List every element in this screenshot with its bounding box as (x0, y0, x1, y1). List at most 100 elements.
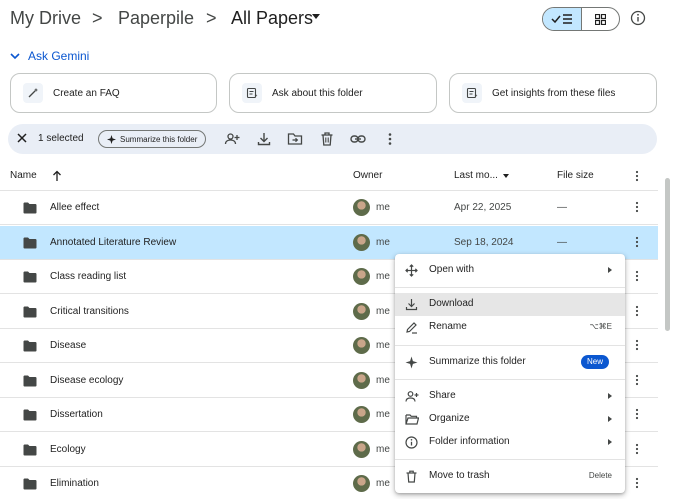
avatar (353, 475, 370, 492)
file-size: — (557, 236, 567, 248)
submenu-arrow-icon (608, 416, 612, 422)
document-sparkle-icon (462, 83, 482, 103)
menu-item-rename[interactable]: Rename ⌥⌘E (395, 316, 625, 339)
magic-wand-icon (23, 83, 43, 103)
table-row[interactable]: Allee effect me Apr 22, 2025 — (0, 191, 658, 225)
folder-icon (23, 375, 37, 387)
caret-down-icon[interactable] (312, 14, 320, 19)
breadcrumb-paperpile[interactable]: Paperpile (118, 8, 194, 29)
more-vert-icon[interactable] (631, 236, 643, 248)
file-name: Class reading list (50, 271, 127, 282)
ask-gemini-toggle[interactable]: Ask Gemini (10, 47, 89, 65)
more-vert-icon[interactable] (631, 201, 643, 213)
new-badge: New (581, 355, 610, 369)
owner: me (376, 478, 390, 489)
get-insights-chip[interactable]: Get insights from these files (449, 73, 657, 113)
last-modified-column-header[interactable]: Last mo... (454, 170, 498, 181)
menu-item-move-to-trash[interactable]: Move to trash Delete (395, 465, 625, 488)
chip-label: Create an FAQ (53, 87, 120, 99)
grid-view-button[interactable] (582, 8, 620, 30)
menu-item-folder-information[interactable]: Folder information (395, 431, 625, 454)
menu-item-label: Rename (429, 321, 467, 332)
avatar (353, 199, 370, 216)
submenu-arrow-icon (608, 439, 612, 445)
file-size-column-header[interactable]: File size (557, 170, 594, 181)
document-sparkle-icon (242, 83, 262, 103)
ask-gemini-label: Ask Gemini (28, 49, 90, 63)
file-name: Annotated Literature Review (50, 236, 177, 248)
create-faq-chip[interactable]: Create an FAQ (10, 73, 217, 113)
selected-count: 1 selected (38, 133, 84, 144)
info-icon[interactable] (630, 10, 646, 26)
chevron-down-icon (10, 53, 20, 60)
more-vert-icon[interactable] (382, 131, 398, 147)
name-column-header[interactable]: Name (10, 170, 37, 181)
list-view-button[interactable] (543, 8, 582, 30)
breadcrumb-separator: > (206, 8, 217, 28)
summarize-folder-button[interactable]: Summarize this folder (98, 130, 207, 148)
submenu-arrow-icon (608, 267, 612, 273)
menu-divider (395, 379, 625, 380)
last-modified: Sep 18, 2024 (454, 236, 514, 248)
trash-icon (405, 470, 418, 483)
move-folder-icon[interactable] (287, 131, 303, 147)
owner: me (376, 340, 390, 351)
menu-item-organize[interactable]: Organize (395, 408, 625, 431)
submenu-arrow-icon (608, 393, 612, 399)
ask-about-folder-chip[interactable]: Ask about this folder (229, 73, 437, 113)
owner: me (376, 409, 390, 420)
scrollbar[interactable] (665, 178, 670, 331)
more-vert-icon[interactable] (631, 170, 643, 182)
file-size: — (557, 202, 567, 213)
more-vert-icon[interactable] (631, 374, 643, 386)
menu-item-summarize[interactable]: Summarize this folder New (395, 351, 625, 374)
chip-label: Get insights from these files (492, 87, 616, 99)
more-vert-icon[interactable] (631, 270, 643, 282)
menu-item-download[interactable]: Download (395, 293, 625, 316)
move-arrows-icon (405, 264, 418, 277)
owner: me (376, 374, 390, 386)
add-person-icon (405, 390, 419, 403)
breadcrumb-my-drive[interactable]: My Drive (10, 8, 81, 29)
file-name: Allee effect (50, 202, 100, 213)
menu-item-open-with[interactable]: Open with (395, 259, 625, 282)
menu-divider (395, 287, 625, 288)
menu-item-share[interactable]: Share (395, 385, 625, 408)
close-icon[interactable] (16, 132, 28, 144)
owner-column-header[interactable]: Owner (353, 170, 382, 181)
menu-item-label: Summarize this folder (429, 356, 526, 367)
caret-down-icon[interactable] (503, 174, 509, 178)
menu-item-label: Move to trash (429, 470, 490, 481)
add-person-icon[interactable] (224, 131, 240, 147)
owner: me (376, 305, 390, 317)
more-vert-icon[interactable] (631, 339, 643, 351)
trash-icon[interactable] (319, 131, 335, 147)
sparkle-icon (405, 356, 418, 369)
breadcrumb-separator: > (92, 8, 103, 28)
more-vert-icon[interactable] (631, 305, 643, 317)
menu-item-label: Organize (429, 413, 470, 424)
folder-icon (23, 271, 37, 283)
folder-icon (23, 237, 37, 249)
menu-item-label: Folder information (429, 436, 510, 447)
download-icon[interactable] (256, 131, 272, 147)
link-icon[interactable] (350, 131, 366, 147)
info-icon (405, 436, 418, 449)
menu-divider (395, 345, 625, 346)
breadcrumb-all-papers[interactable]: All Papers (231, 8, 313, 29)
table-header: Name Owner Last mo... File size (0, 160, 658, 191)
menu-item-label: Download (429, 298, 474, 309)
more-vert-icon[interactable] (631, 408, 643, 420)
more-vert-icon[interactable] (631, 477, 643, 489)
menu-item-label: Open with (429, 264, 475, 275)
context-menu: Open with Download Rename ⌥⌘E Summarize … (395, 254, 625, 493)
avatar (353, 268, 370, 285)
menu-item-label: Share (429, 390, 456, 401)
file-name: Ecology (50, 443, 86, 455)
avatar (353, 233, 370, 251)
folder-icon (23, 478, 37, 490)
owner: me (376, 443, 390, 455)
folder-icon (23, 409, 37, 421)
arrow-up-icon[interactable] (52, 170, 62, 182)
more-vert-icon[interactable] (631, 443, 643, 455)
